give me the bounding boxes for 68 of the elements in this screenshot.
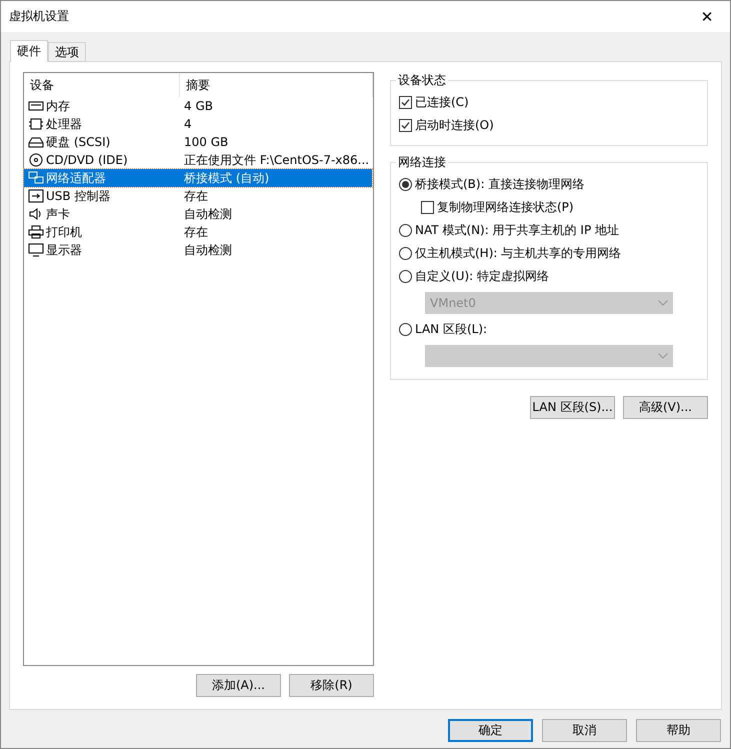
option-label: 启动时连接(O) (415, 117, 494, 134)
option-label: 复制物理网络连接状态(P) (437, 199, 574, 216)
device-summary: 正在使用文件 F:\CentOS-7-x86... (183, 152, 370, 168)
device-name: 硬盘 (SCSI) (46, 134, 110, 150)
network-button[interactable]: 高级(V)... (623, 396, 708, 419)
device-row[interactable]: CD/DVD (IDE) 正在使用文件 F:\CentOS-7-x86... (24, 151, 372, 169)
device-summary: 存在 (183, 224, 208, 240)
printer-icon (28, 225, 44, 239)
column-header[interactable]: 设备 (24, 73, 180, 97)
device-row[interactable]: 硬盘 (SCSI) 100 GB (24, 133, 372, 151)
option-label: 仅主机模式(H): 与主机共享的专用网络 (415, 245, 622, 262)
device-name: 处理器 (46, 116, 82, 132)
network-icon (28, 171, 44, 185)
checkbox[interactable] (421, 201, 434, 214)
device-name: 网络适配器 (46, 170, 106, 186)
option-label: NAT 模式(N): 用于共享主机的 IP 地址 (415, 222, 619, 239)
checkbox[interactable] (399, 119, 412, 132)
network-button[interactable]: LAN 区段(S)... (530, 396, 615, 419)
list-button[interactable]: 添加(A)... (196, 674, 281, 697)
tab[interactable]: 硬件 (10, 40, 48, 62)
device-name: CD/DVD (IDE) (46, 153, 128, 167)
device-summary: 4 GB (183, 99, 213, 113)
device-summary: 存在 (183, 188, 208, 204)
option-label: 自定义(U): 特定虚拟网络 (415, 268, 550, 285)
device-name: 打印机 (46, 224, 82, 240)
device-summary: 自动检测 (183, 242, 232, 258)
tab[interactable]: 选项 (48, 42, 86, 62)
memory-icon (28, 99, 44, 113)
chip-icon (28, 117, 44, 131)
device-row[interactable]: 打印机 存在 (24, 223, 372, 241)
disc-icon (28, 153, 44, 167)
device-name: USB 控制器 (46, 188, 110, 204)
usb-icon (28, 189, 44, 203)
device-row[interactable]: 显示器 自动检测 (24, 241, 372, 259)
group-title: 网络连接 (397, 154, 447, 171)
radio-button[interactable] (399, 270, 412, 283)
device-name: 显示器 (46, 242, 82, 258)
device-row[interactable]: 网络适配器 桥接模式 (自动) (24, 169, 372, 187)
device-name: 内存 (46, 98, 70, 114)
device-row[interactable]: USB 控制器 存在 (24, 187, 372, 205)
monitor-icon (28, 243, 44, 257)
radio-button[interactable] (399, 224, 412, 237)
checkbox[interactable] (399, 96, 412, 109)
device-summary: 4 (183, 117, 192, 131)
radio-button[interactable] (399, 323, 412, 336)
device-name: 声卡 (46, 206, 70, 222)
chevron-icon (658, 353, 668, 359)
select-value: VMnet0 (430, 296, 476, 310)
device-row[interactable]: 内存 4 GB (24, 97, 372, 115)
option-label: 已连接(C) (415, 94, 469, 111)
dialog-button[interactable]: 帮助 (636, 719, 721, 742)
dialog-button[interactable]: 确定 (448, 719, 533, 742)
dialog-button[interactable]: 取消 (542, 719, 627, 742)
option-label: LAN 区段(L): (415, 321, 488, 338)
device-summary: 自动检测 (183, 206, 232, 222)
device-summary: 桥接模式 (自动) (183, 170, 270, 186)
device-summary: 100 GB (183, 135, 228, 149)
close-button[interactable]: ✕ (684, 1, 730, 32)
column-header[interactable]: 摘要 (180, 73, 373, 97)
chevron-icon (658, 300, 668, 306)
group-title: 设备状态 (397, 72, 447, 89)
radio-button[interactable] (399, 178, 412, 191)
option-label: 桥接模式(B): 直接连接物理网络 (415, 176, 584, 193)
radio-button[interactable] (399, 247, 412, 260)
window-title: 虚拟机设置 (9, 8, 69, 25)
device-row[interactable]: 处理器 4 (24, 115, 372, 133)
device-row[interactable]: 声卡 自动检测 (24, 205, 372, 223)
list-button[interactable]: 移除(R) (289, 674, 374, 697)
